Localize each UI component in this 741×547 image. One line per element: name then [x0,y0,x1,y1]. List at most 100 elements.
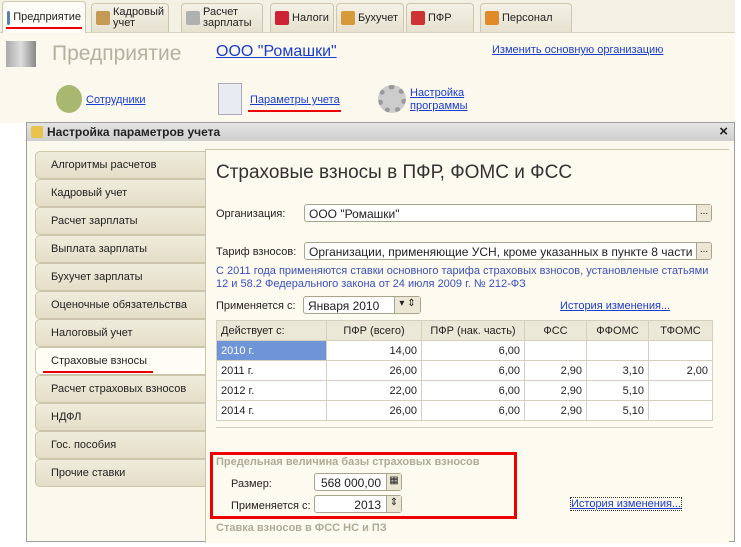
tab-pfr[interactable]: ПФР [406,3,474,32]
table-cell: 6,00 [421,380,525,401]
organization-link[interactable]: ООО "Ромашки" [216,43,337,61]
organization-label: Организация: [216,208,286,220]
table-cell [586,340,649,361]
highlight-underline [248,110,341,112]
table-cell: 2012 г. [216,380,327,401]
nav-item[interactable]: НДФЛ [35,403,206,431]
size-label: Размер: [231,478,272,490]
settings-content: Страховые взносы в ПФР, ФОМС и ФСС Орган… [205,149,729,543]
nav-item[interactable]: Налоговый учет [35,319,206,347]
dialog-title: Настройка параметров учета [47,125,221,139]
settings-icon [31,126,43,138]
tab-payroll[interactable]: Расчет зарплаты [181,3,263,32]
enterprise-panel: Предприятие ООО "Ромашки" Изменить основ… [0,33,735,123]
limit-history-link[interactable]: История изменения... [569,497,683,511]
building-icon [6,41,36,67]
section-heading: Страховые взносы в ПФР, ФОМС и ФСС [216,162,573,183]
employees-link[interactable]: Сотрудники [86,94,146,106]
nav-item[interactable]: Гос. пособия [35,431,206,459]
calculator-icon [186,11,200,25]
applies-period-field[interactable]: Января 2010 ▾ ⇕ [303,296,421,314]
fss-section-title: Ставка взносов в ФСС НС и ПЗ [216,522,387,534]
column-header[interactable]: ФФОМС [586,320,649,341]
column-header[interactable]: ПФР (всего) [326,320,422,341]
table-cell: 2010 г. [216,340,327,361]
column-header[interactable]: Действует с: [216,320,327,341]
table-cell: 3,10 [586,360,649,381]
period-dropdown-spinner[interactable]: ▾ ⇕ [394,297,420,313]
section-tabs: Предприятие Кадровый учет Расчет зарплат… [0,0,735,33]
calculator-icon[interactable]: ▦ [386,474,401,490]
tariff-field[interactable]: Организации, применяющие УСН, кроме указ… [304,242,712,260]
table-cell: 2,90 [524,400,587,421]
table-cell [648,400,713,421]
table-row[interactable]: 2014 г. 26,00 6,00 2,90 5,10 [216,400,713,421]
tariff-label: Тариф взносов: [216,246,297,258]
table-bottom [216,420,713,428]
table-row[interactable]: 2012 г. 22,00 6,00 2,90 5,10 [216,380,713,401]
tab-taxes[interactable]: Налоги [270,3,334,32]
accountant-icon [341,11,355,25]
tariff-note: С 2011 года применяются ставки основного… [216,265,709,290]
limit-section-title: Предельная величина базы страховых взнос… [216,456,480,468]
highlight-underline [43,371,153,373]
settings-dialog: Настройка параметров учета × Алгоритмы р… [26,122,735,543]
nav-item[interactable]: Алгоритмы расчетов [35,151,206,179]
history-link[interactable]: История изменения... [560,300,670,312]
close-button[interactable]: × [719,123,728,140]
table-cell: 2,90 [524,380,587,401]
table-cell [524,340,587,361]
select-button[interactable]: ... [696,205,711,221]
table-cell: 26,00 [326,400,422,421]
table-cell: 14,00 [326,340,422,361]
settings-nav: Алгоритмы расчетов Кадровый учет Расчет за… [35,151,206,487]
percent-icon [275,11,289,25]
nav-item[interactable]: Бухучет зарплаты [35,263,206,291]
organization-field[interactable]: ООО "Ромашки"... [304,204,712,222]
nav-item[interactable]: Оценочные обязательства [35,291,206,319]
pfr-icon [411,11,425,25]
column-header[interactable]: ФСС [524,320,587,341]
column-header[interactable]: ПФР (нак. часть) [421,320,525,341]
applies-label: Применяется с: [216,300,296,312]
table-cell: 6,00 [421,340,525,361]
table-cell: 6,00 [421,360,525,381]
table-cell: 5,10 [586,380,649,401]
table-cell [648,380,713,401]
highlight-underline [6,27,82,29]
accounting-params-link[interactable]: Параметры учета [250,94,340,106]
employees-icon [56,85,82,113]
column-header[interactable]: ТФОМС [648,320,713,341]
nav-item[interactable]: Прочие ставки [35,459,206,487]
table-row[interactable]: 2011 г. 26,00 6,00 2,90 3,10 2,00 [216,360,713,381]
people-icon [96,11,110,25]
personnel-icon [485,11,499,25]
year-spinner[interactable]: ⇕ [386,496,401,512]
table-cell: 2,00 [648,360,713,381]
nav-item[interactable]: Расчет страховых взносов [35,375,206,403]
nav-item[interactable]: Кадровый учет [35,179,206,207]
tab-personnel[interactable]: Персонал [480,3,572,32]
dialog-titlebar: Настройка параметров учета × [27,123,734,141]
nav-item[interactable]: Выплата зарплаты [35,235,206,263]
limit-year-field[interactable]: 2013 ⇕ [314,495,402,513]
change-organization-link[interactable]: Изменить основную организацию [492,44,663,56]
limit-applies-label: Применяется с: [231,500,311,512]
select-button[interactable]: ... [696,243,711,259]
table-cell: 6,00 [421,400,525,421]
table-cell: 2,90 [524,360,587,381]
size-field[interactable]: 568 000,00 ▦ [314,473,402,491]
tab-accounting[interactable]: Бухучет [336,3,404,32]
table-row[interactable]: 2010 г. 14,00 6,00 [216,340,713,361]
gears-icon [378,85,406,113]
table-cell: 22,00 [326,380,422,401]
table-cell: 26,00 [326,360,422,381]
table-cell: 2011 г. [216,360,327,381]
nav-item[interactable]: Расчет зарплаты [35,207,206,235]
table-cell: 5,10 [586,400,649,421]
building-icon [7,10,11,25]
document-settings-icon [218,83,242,115]
program-settings-link[interactable]: Настройка программы [410,87,480,113]
tab-hr[interactable]: Кадровый учет [91,3,169,32]
table-cell: 2014 г. [216,400,327,421]
